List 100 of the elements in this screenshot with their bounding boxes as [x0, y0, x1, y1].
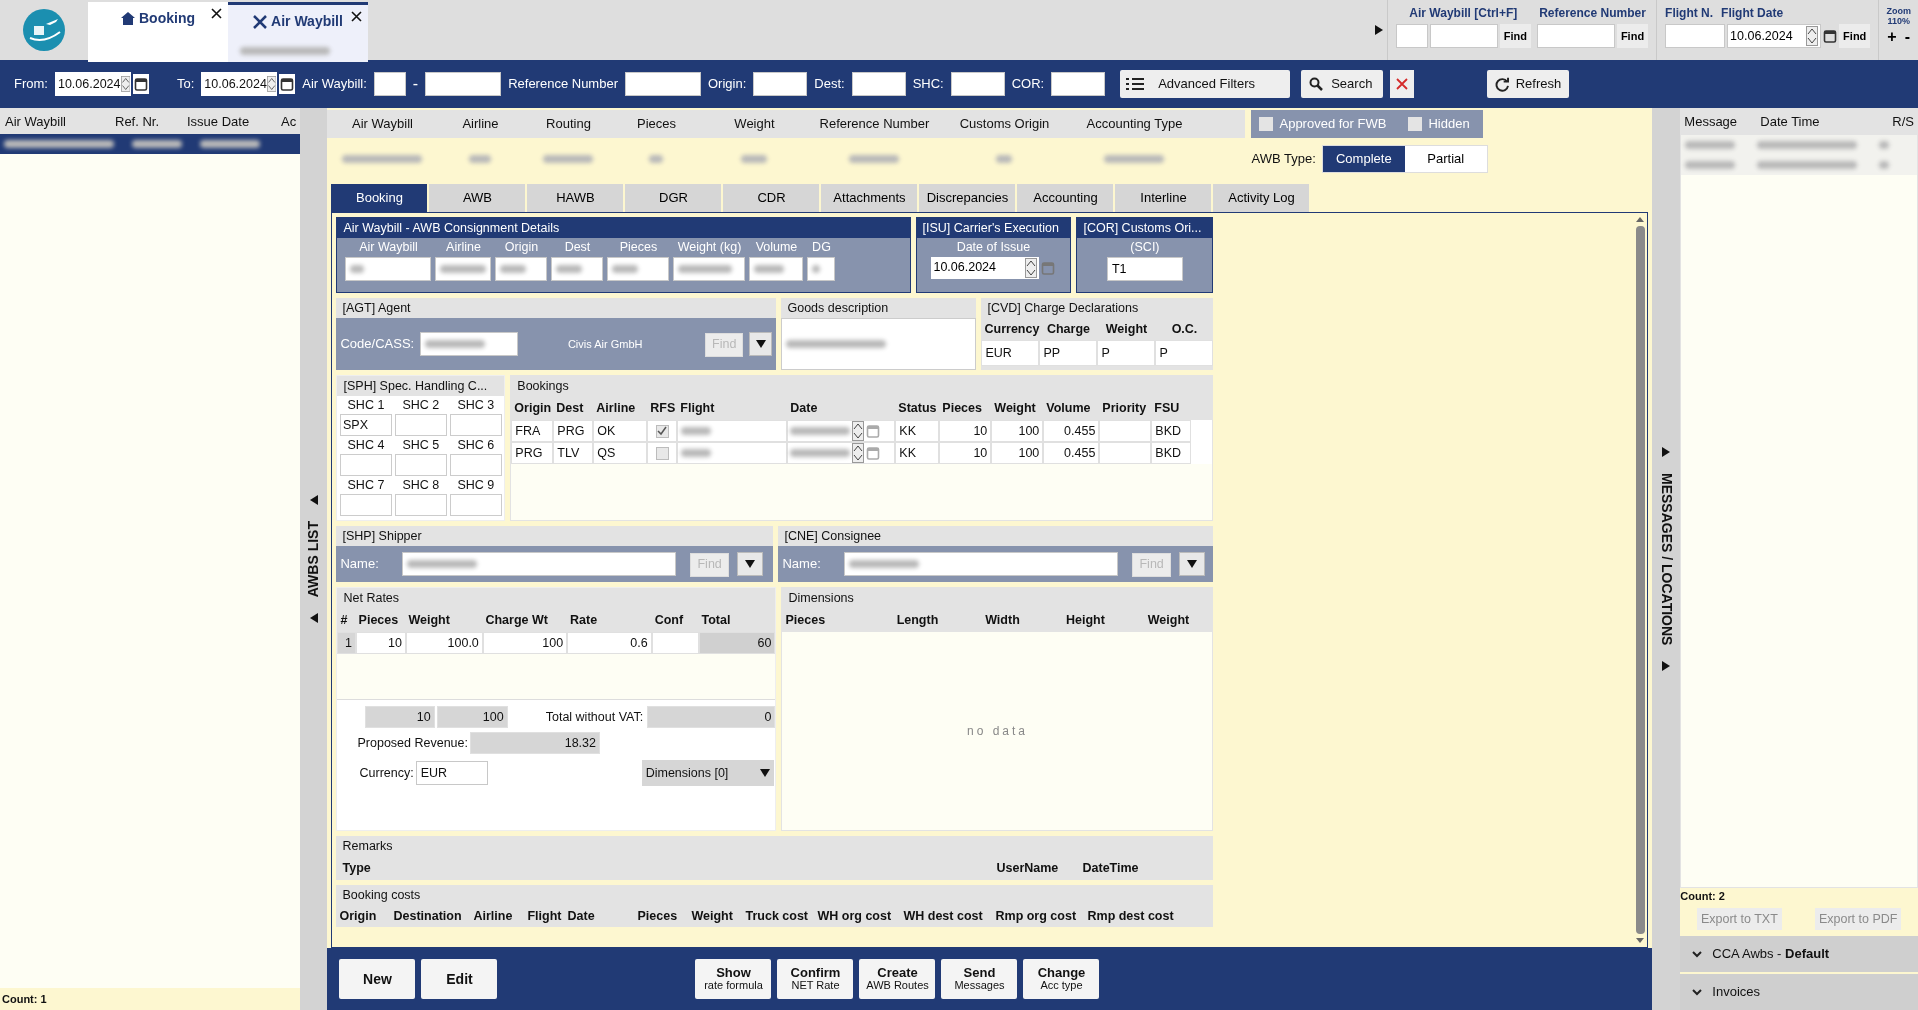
- action-button[interactable]: Send Messages: [941, 959, 1018, 999]
- tab[interactable]: CDR: [723, 184, 820, 212]
- dropdown-button[interactable]: [749, 332, 773, 356]
- tab[interactable]: DGR: [625, 184, 722, 212]
- input-field[interactable]: [420, 332, 518, 356]
- action-button[interactable]: New: [339, 959, 416, 999]
- action-button[interactable]: Edit: [421, 959, 498, 999]
- input-field[interactable]: [449, 494, 502, 516]
- input-field[interactable]: [807, 256, 836, 281]
- message-row[interactable]: [1681, 135, 1917, 155]
- side-panel-label[interactable]: MESSAGES / LOCATIONS: [1655, 472, 1677, 646]
- input-field[interactable]: [394, 414, 447, 436]
- text-area[interactable]: [781, 318, 977, 370]
- scrollbar-thumb[interactable]: [1635, 226, 1645, 934]
- close-icon[interactable]: [211, 8, 222, 19]
- date-field[interactable]: 10.06.2024: [201, 72, 278, 96]
- segment-option[interactable]: Partial: [1404, 146, 1487, 172]
- calendar-icon[interactable]: [280, 76, 295, 92]
- collapse-left-icon[interactable]: [309, 613, 318, 624]
- tab[interactable]: Activity Log: [1213, 184, 1310, 212]
- tab[interactable]: Booking: [331, 184, 428, 212]
- input-field[interactable]: [607, 256, 670, 281]
- tab[interactable]: Attachments: [821, 184, 918, 212]
- input-field[interactable]: [339, 494, 392, 516]
- collapsible-section[interactable]: CCA Awbs - Default: [1680, 936, 1918, 972]
- find-button[interactable]: Find: [1616, 24, 1649, 48]
- scroll-up-icon[interactable]: [1636, 217, 1645, 222]
- expand-arrow-icon[interactable]: [1374, 25, 1383, 35]
- input-field[interactable]: [851, 72, 906, 96]
- input-field[interactable]: [345, 256, 432, 281]
- find-button[interactable]: Find: [1839, 24, 1871, 48]
- input-field[interactable]: [449, 414, 502, 436]
- date-field[interactable]: 10.06.2024: [931, 256, 1040, 279]
- tab[interactable]: AWB: [429, 184, 526, 212]
- awb-row[interactable]: [0, 134, 300, 154]
- action-button[interactable]: Create AWB Routes: [859, 959, 936, 999]
- date-field[interactable]: [787, 442, 896, 464]
- advanced-filters-button[interactable]: Advanced Filters: [1120, 70, 1291, 98]
- message-row[interactable]: [1681, 155, 1917, 175]
- app-tab[interactable]: Booking: [88, 2, 228, 62]
- tab[interactable]: Interline: [1115, 184, 1212, 212]
- checkbox[interactable]: [1259, 117, 1274, 131]
- date-field[interactable]: 10.06.2024: [54, 72, 131, 96]
- dropdown-button[interactable]: [1178, 552, 1205, 576]
- close-icon[interactable]: [351, 11, 362, 22]
- app-tab[interactable]: Air Waybill: [228, 2, 368, 62]
- checkbox[interactable]: [1408, 117, 1423, 131]
- input-field[interactable]: [625, 72, 701, 96]
- find-button[interactable]: Find: [1499, 24, 1531, 48]
- calendar-icon[interactable]: [133, 76, 148, 92]
- input-field[interactable]: [551, 256, 604, 281]
- input-field[interactable]: T1: [1106, 256, 1183, 281]
- input-field: P: [1155, 340, 1214, 366]
- tab[interactable]: HAWB: [527, 184, 624, 212]
- search-button[interactable]: Search: [1301, 70, 1384, 98]
- input-field[interactable]: [394, 454, 447, 476]
- clear-button[interactable]: [1390, 70, 1415, 98]
- segment-option[interactable]: Complete: [1322, 146, 1405, 172]
- input-field[interactable]: [673, 256, 746, 281]
- column-header: Volume: [1046, 400, 1091, 415]
- zoom-in-button[interactable]: +: [1885, 28, 1899, 46]
- tab[interactable]: Accounting: [1017, 184, 1114, 212]
- dimensions-dropdown[interactable]: Dimensions [0]: [641, 760, 774, 786]
- input-field[interactable]: [753, 72, 808, 96]
- zoom-out-button[interactable]: -: [1902, 28, 1912, 46]
- collapsible-section[interactable]: Invoices: [1680, 974, 1918, 1010]
- checkbox[interactable]: [655, 446, 669, 460]
- input-field[interactable]: [373, 72, 406, 96]
- refresh-button[interactable]: Refresh: [1487, 70, 1570, 98]
- input-field[interactable]: [749, 256, 804, 281]
- action-button[interactable]: Confirm NET Rate: [777, 959, 854, 999]
- collapse-left-icon[interactable]: [309, 494, 318, 505]
- tab[interactable]: Discrepancies: [919, 184, 1016, 212]
- input-field[interactable]: [339, 454, 392, 476]
- dropdown-button[interactable]: [736, 552, 763, 576]
- scroll-down-icon[interactable]: [1636, 938, 1645, 943]
- input-field[interactable]: [495, 256, 548, 281]
- checkbox[interactable]: [655, 424, 669, 438]
- input-field[interactable]: [1665, 24, 1726, 48]
- input-field[interactable]: [425, 72, 502, 96]
- action-button[interactable]: Show rate formula: [695, 959, 772, 999]
- input-field[interactable]: [844, 552, 1119, 576]
- date-field[interactable]: 10.06.2024: [1727, 24, 1822, 48]
- input-field[interactable]: EUR: [415, 761, 488, 785]
- collapse-right-icon[interactable]: [1662, 446, 1671, 457]
- input-field[interactable]: [950, 72, 1005, 96]
- input-field[interactable]: SPX: [339, 414, 392, 436]
- input-field[interactable]: [394, 494, 447, 516]
- calendar-icon[interactable]: [1823, 28, 1838, 44]
- input-field[interactable]: [449, 454, 502, 476]
- side-panel-label[interactable]: AWBS LIST: [303, 520, 324, 598]
- input-field[interactable]: [402, 552, 677, 576]
- collapse-right-icon[interactable]: [1662, 661, 1671, 672]
- input-field[interactable]: [1395, 24, 1428, 48]
- input-field[interactable]: [435, 256, 492, 281]
- input-field[interactable]: [1429, 24, 1498, 48]
- date-field[interactable]: [787, 420, 896, 442]
- input-field[interactable]: [1051, 72, 1106, 96]
- input-field[interactable]: [1536, 24, 1615, 48]
- action-button[interactable]: Change Acc type: [1023, 959, 1100, 999]
